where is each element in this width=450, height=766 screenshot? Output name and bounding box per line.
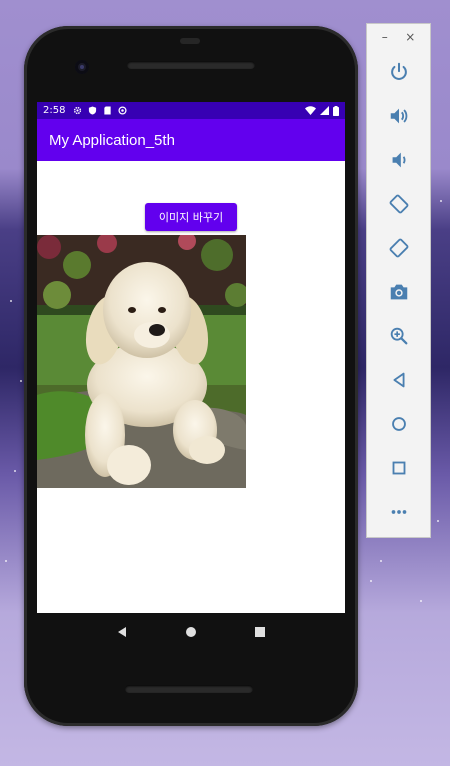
screenshot-button[interactable] (367, 270, 430, 314)
zoom-button[interactable] (367, 314, 430, 358)
app-title: My Application_5th (49, 131, 175, 149)
volume-up-icon (390, 108, 407, 124)
back-button[interactable] (367, 358, 430, 402)
battery-icon (333, 105, 339, 116)
status-time: 2:58 (43, 105, 66, 116)
rotate-right-button[interactable] (367, 226, 430, 270)
power-button[interactable] (367, 50, 430, 94)
overview-nav-icon[interactable] (254, 626, 266, 638)
sd-card-icon (104, 106, 112, 115)
bottom-speaker (125, 685, 253, 693)
shield-icon (89, 106, 97, 115)
volume-up-button[interactable] (367, 94, 430, 138)
front-camera (75, 60, 89, 74)
rotate-left-button[interactable] (367, 182, 430, 226)
back-nav-icon[interactable] (116, 626, 128, 638)
rotate-left-icon (389, 194, 408, 214)
camera-icon (390, 284, 407, 300)
zoom-icon (390, 327, 407, 345)
settings-icon (74, 106, 82, 115)
home-icon (391, 417, 406, 431)
power-icon (390, 62, 407, 80)
wifi-icon (305, 106, 316, 115)
emulator-toolbar: – × (366, 23, 431, 538)
minimize-button[interactable]: – (382, 30, 388, 50)
close-button[interactable]: × (405, 30, 415, 50)
app-bar: My Application_5th (37, 119, 345, 161)
change-image-button[interactable]: 이미지 바꾸기 (145, 203, 237, 231)
phone-frame: 2:58 My Application_5th 이미지 바꾸기 (24, 26, 358, 726)
more-icon (391, 510, 406, 514)
navigation-bar (37, 613, 345, 651)
volume-down-button[interactable] (367, 138, 430, 182)
overview-button[interactable] (367, 446, 430, 490)
home-button[interactable] (367, 402, 430, 446)
sync-icon (118, 106, 128, 115)
overview-icon (392, 461, 405, 475)
rotate-right-icon (389, 238, 408, 258)
device-screen: 2:58 My Application_5th 이미지 바꾸기 (37, 102, 345, 613)
more-button[interactable] (367, 490, 430, 534)
sensor (180, 38, 200, 44)
earpiece-speaker (127, 61, 255, 69)
puppy-image (37, 235, 246, 488)
signal-icon (320, 106, 329, 115)
volume-down-icon (392, 152, 406, 168)
back-icon (393, 372, 404, 388)
home-nav-icon[interactable] (185, 626, 197, 638)
status-bar: 2:58 (37, 102, 345, 119)
